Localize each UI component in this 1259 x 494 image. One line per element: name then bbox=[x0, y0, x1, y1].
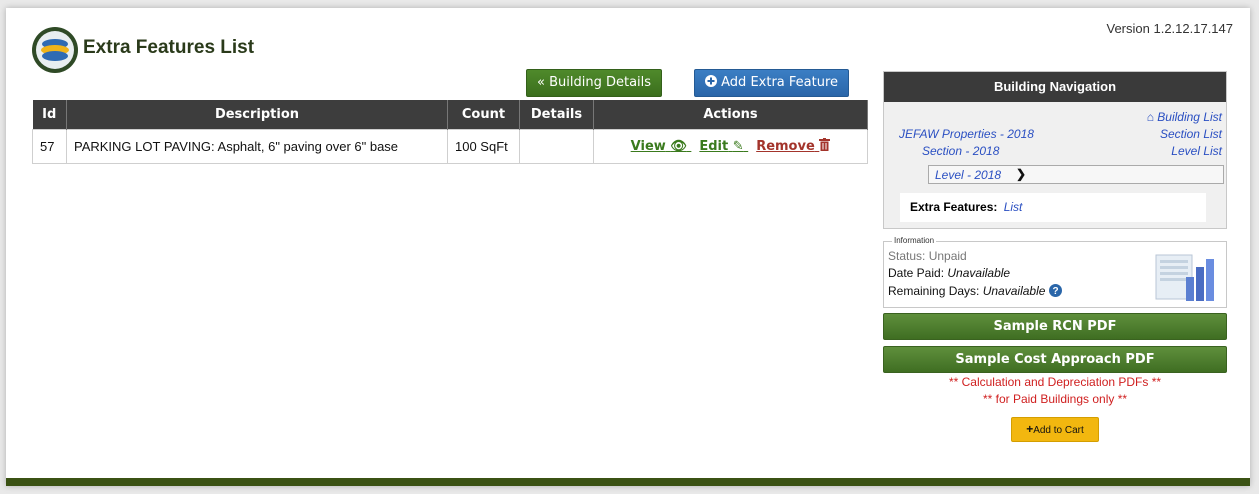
add-extra-feature-button[interactable]: Add Extra Feature bbox=[694, 69, 850, 97]
column-header-actions: Actions bbox=[593, 100, 868, 129]
page-title: Extra Features List bbox=[83, 37, 255, 58]
edit-link[interactable]: Edit ✎ bbox=[699, 139, 748, 154]
paid-warning-line2: ** for Paid Buildings only ** bbox=[982, 392, 1128, 406]
remaining-days-value: Unavailable bbox=[982, 284, 1046, 298]
column-header-id[interactable]: Id bbox=[32, 100, 67, 129]
add-to-cart-button[interactable]: +Add to Cart bbox=[1011, 417, 1099, 442]
version-label: Version 1.2.12.17.147 bbox=[1106, 21, 1234, 36]
remove-link[interactable]: Remove bbox=[756, 138, 831, 154]
information-legend: Information bbox=[892, 236, 937, 245]
view-link[interactable]: View 👁 bbox=[631, 139, 692, 154]
building-details-button[interactable]: « Building Details bbox=[526, 69, 663, 97]
remaining-days-row: Remaining Days: Unavailable ? bbox=[888, 284, 1062, 298]
level-value: Level - 2018 bbox=[935, 168, 1002, 182]
remove-label: Remove bbox=[756, 139, 815, 154]
view-label: View bbox=[630, 139, 666, 154]
cell-details bbox=[519, 128, 594, 164]
pencil-icon: ✎ bbox=[732, 139, 744, 154]
cell-actions: View 👁 Edit ✎ Remove bbox=[593, 128, 868, 164]
sample-cost-approach-pdf-button[interactable]: Sample Cost Approach PDF bbox=[883, 346, 1227, 373]
eye-icon: 👁 bbox=[670, 139, 687, 154]
add-extra-feature-label: Add Extra Feature bbox=[721, 75, 839, 90]
table-header-row: Id Description Count Details Actions bbox=[32, 100, 868, 129]
level-select[interactable]: Level - 2018 ❯ bbox=[928, 165, 1224, 184]
column-header-count[interactable]: Count bbox=[447, 100, 520, 129]
sample-rcn-pdf-button[interactable]: Sample RCN PDF bbox=[883, 313, 1227, 340]
extra-features-label: Extra Features: bbox=[910, 200, 998, 214]
help-icon[interactable]: ? bbox=[1048, 284, 1062, 297]
page: Version 1.2.12.17.147 Extra Features Lis… bbox=[6, 8, 1250, 486]
plus-circle-icon bbox=[705, 75, 717, 87]
cell-count: 100 SqFt bbox=[447, 128, 520, 164]
chevron-down-icon: ❯ bbox=[1016, 167, 1027, 181]
remaining-days-label: Remaining Days: bbox=[888, 284, 980, 298]
trash-icon bbox=[819, 138, 831, 151]
status-label: Status: Unpaid bbox=[888, 249, 967, 263]
column-header-details[interactable]: Details bbox=[519, 100, 594, 129]
column-header-description[interactable]: Description bbox=[66, 100, 448, 129]
building-list-link[interactable]: ⌂ Building List bbox=[1147, 110, 1222, 124]
section-list-link[interactable]: Section List bbox=[1160, 127, 1222, 141]
cell-id: 57 bbox=[32, 128, 67, 164]
building-details-label: Building Details bbox=[549, 75, 652, 90]
table-row: 57 PARKING LOT PAVING: Asphalt, 6" pavin… bbox=[32, 128, 868, 164]
svg-text:?: ? bbox=[1052, 286, 1058, 297]
extra-features-row: Extra Features: List bbox=[900, 193, 1206, 222]
building-navigation-panel: Building Navigation ⌂ Building List JEFA… bbox=[883, 71, 1227, 229]
report-chart-icon bbox=[1155, 254, 1214, 301]
add-to-cart-label: Add to Cart bbox=[1033, 425, 1084, 436]
date-paid-value: Unavailable bbox=[947, 266, 1011, 280]
section-link[interactable]: Section - 2018 bbox=[922, 144, 999, 158]
extra-features-table: Id Description Count Details Actions 57 … bbox=[32, 100, 868, 164]
extra-features-list-link[interactable]: List bbox=[1004, 200, 1023, 214]
building-navigation-title: Building Navigation bbox=[884, 72, 1226, 102]
level-list-link[interactable]: Level List bbox=[1171, 144, 1222, 158]
double-chevron-left-icon: « bbox=[537, 75, 545, 90]
date-paid-label: Date Paid: bbox=[888, 266, 945, 280]
app-logo-icon bbox=[32, 27, 78, 73]
date-paid-row: Date Paid: Unavailable bbox=[888, 266, 1010, 280]
home-icon: ⌂ bbox=[1146, 110, 1154, 124]
edit-label: Edit bbox=[699, 139, 729, 154]
cell-description: PARKING LOT PAVING: Asphalt, 6" paving o… bbox=[66, 128, 448, 164]
properties-link[interactable]: JEFAW Properties - 2018 bbox=[899, 127, 1034, 141]
footer-bar bbox=[6, 478, 1250, 486]
paid-warning-line1: ** Calculation and Depreciation PDFs ** bbox=[948, 375, 1162, 389]
information-panel: Information Status: Unpaid Date Paid: Un… bbox=[883, 236, 1227, 308]
building-list-label: Building List bbox=[1157, 110, 1222, 124]
